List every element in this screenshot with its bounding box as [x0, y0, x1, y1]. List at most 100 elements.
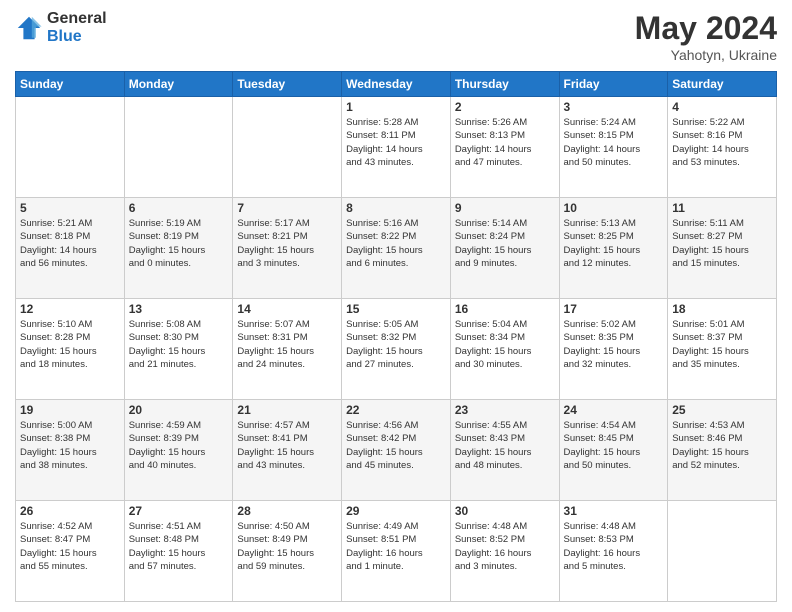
calendar-cell-2-1: 13 Sunrise: 5:08 AM Sunset: 8:30 PM Dayli… [124, 299, 233, 400]
day-number-4: 4 [672, 100, 772, 114]
calendar-cell-3-6: 25Sunrise: 4:53 AM Sunset: 8:46 PM Dayli… [668, 400, 777, 501]
day-number-21: 21 [237, 403, 337, 417]
calendar-cell-4-1: 27Sunrise: 4:51 AM Sunset: 8:48 PM Dayli… [124, 501, 233, 602]
day-info-16: Sunrise: 5:04 AM Sunset: 8:34 PM Dayligh… [455, 318, 555, 371]
day-info-24: Sunrise: 4:54 AM Sunset: 8:45 PM Dayligh… [564, 419, 664, 472]
day-number-31: 31 [564, 504, 664, 518]
day-number-20: 20 [129, 403, 229, 417]
day-info-18: Sunrise: 5:01 AM Sunset: 8:37 PM Dayligh… [672, 318, 772, 371]
calendar-cell-3-1: 20 Sunrise: 4:59 AM Sunset: 8:39 PM Dayli… [124, 400, 233, 501]
day-number-13: 13 [129, 302, 229, 316]
day-number-16: 16 [455, 302, 555, 316]
day-number-28: 28 [237, 504, 337, 518]
day-info-2: Sunrise: 5:26 AM Sunset: 8:13 PM Dayligh… [455, 116, 555, 169]
calendar-cell-0-2 [233, 97, 342, 198]
calendar-cell-0-1 [124, 97, 233, 198]
calendar-cell-2-2: 14 Sunrise: 5:07 AM Sunset: 8:31 PM Dayli… [233, 299, 342, 400]
calendar-cell-1-4: 9 Sunrise: 5:14 AM Sunset: 8:24 PM Daylig… [450, 198, 559, 299]
calendar-cell-0-4: 2 Sunrise: 5:26 AM Sunset: 8:13 PM Daylig… [450, 97, 559, 198]
header: General Blue May 2024 Yahotyn, Ukraine [15, 10, 777, 63]
day-number-30: 30 [455, 504, 555, 518]
day-info-30: Sunrise: 4:48 AM Sunset: 8:52 PM Dayligh… [455, 520, 555, 573]
day-info-5: Sunrise: 5:21 AM Sunset: 8:18 PM Dayligh… [20, 217, 120, 270]
day-info-14: Sunrise: 5:07 AM Sunset: 8:31 PM Dayligh… [237, 318, 337, 371]
main-title: May 2024 [635, 10, 777, 47]
day-info-12: Sunrise: 5:10 AM Sunset: 8:28 PM Dayligh… [20, 318, 120, 371]
calendar-cell-3-3: 22Sunrise: 4:56 AM Sunset: 8:42 PM Dayli… [342, 400, 451, 501]
day-number-12: 12 [20, 302, 120, 316]
calendar-cell-1-2: 7 Sunrise: 5:17 AM Sunset: 8:21 PM Daylig… [233, 198, 342, 299]
header-wednesday: Wednesday [342, 72, 451, 97]
logo-text: General Blue [47, 10, 107, 45]
day-info-9: Sunrise: 5:14 AM Sunset: 8:24 PM Dayligh… [455, 217, 555, 270]
day-info-6: Sunrise: 5:19 AM Sunset: 8:19 PM Dayligh… [129, 217, 229, 270]
day-info-7: Sunrise: 5:17 AM Sunset: 8:21 PM Dayligh… [237, 217, 337, 270]
calendar-cell-3-5: 24 Sunrise: 4:54 AM Sunset: 8:45 PM Dayli… [559, 400, 668, 501]
week-row-4: 26 Sunrise: 4:52 AM Sunset: 8:47 PM Dayli… [16, 501, 777, 602]
header-monday: Monday [124, 72, 233, 97]
header-sunday: Sunday [16, 72, 125, 97]
calendar: Sunday Monday Tuesday Wednesday Thursday… [15, 71, 777, 602]
calendar-cell-2-4: 16 Sunrise: 5:04 AM Sunset: 8:34 PM Dayli… [450, 299, 559, 400]
logo-general-text: General [47, 10, 107, 28]
calendar-cell-1-6: 11 Sunrise: 5:11 AM Sunset: 8:27 PM Dayli… [668, 198, 777, 299]
day-number-14: 14 [237, 302, 337, 316]
calendar-cell-3-0: 19Sunrise: 5:00 AM Sunset: 8:38 PM Dayli… [16, 400, 125, 501]
day-info-19: Sunrise: 5:00 AM Sunset: 8:38 PM Dayligh… [20, 419, 120, 472]
calendar-cell-1-1: 6 Sunrise: 5:19 AM Sunset: 8:19 PM Daylig… [124, 198, 233, 299]
calendar-cell-3-2: 21Sunrise: 4:57 AM Sunset: 8:41 PM Dayli… [233, 400, 342, 501]
day-info-28: Sunrise: 4:50 AM Sunset: 8:49 PM Dayligh… [237, 520, 337, 573]
calendar-cell-4-6 [668, 501, 777, 602]
calendar-cell-0-5: 3Sunrise: 5:24 AM Sunset: 8:15 PM Daylig… [559, 97, 668, 198]
day-number-29: 29 [346, 504, 446, 518]
day-number-26: 26 [20, 504, 120, 518]
header-saturday: Saturday [668, 72, 777, 97]
day-number-22: 22 [346, 403, 446, 417]
day-info-26: Sunrise: 4:52 AM Sunset: 8:47 PM Dayligh… [20, 520, 120, 573]
day-info-1: Sunrise: 5:28 AM Sunset: 8:11 PM Dayligh… [346, 116, 446, 169]
day-info-20: Sunrise: 4:59 AM Sunset: 8:39 PM Dayligh… [129, 419, 229, 472]
calendar-cell-4-0: 26 Sunrise: 4:52 AM Sunset: 8:47 PM Dayli… [16, 501, 125, 602]
header-thursday: Thursday [450, 72, 559, 97]
day-info-13: Sunrise: 5:08 AM Sunset: 8:30 PM Dayligh… [129, 318, 229, 371]
day-info-15: Sunrise: 5:05 AM Sunset: 8:32 PM Dayligh… [346, 318, 446, 371]
day-number-24: 24 [564, 403, 664, 417]
calendar-cell-4-4: 30 Sunrise: 4:48 AM Sunset: 8:52 PM Dayli… [450, 501, 559, 602]
day-info-25: Sunrise: 4:53 AM Sunset: 8:46 PM Dayligh… [672, 419, 772, 472]
day-number-18: 18 [672, 302, 772, 316]
logo-icon [15, 14, 43, 42]
day-number-6: 6 [129, 201, 229, 215]
header-tuesday: Tuesday [233, 72, 342, 97]
week-row-1: 5Sunrise: 5:21 AM Sunset: 8:18 PM Daylig… [16, 198, 777, 299]
calendar-cell-2-6: 18 Sunrise: 5:01 AM Sunset: 8:37 PM Dayli… [668, 299, 777, 400]
day-number-3: 3 [564, 100, 664, 114]
day-info-11: Sunrise: 5:11 AM Sunset: 8:27 PM Dayligh… [672, 217, 772, 270]
day-number-8: 8 [346, 201, 446, 215]
calendar-cell-1-0: 5Sunrise: 5:21 AM Sunset: 8:18 PM Daylig… [16, 198, 125, 299]
day-info-10: Sunrise: 5:13 AM Sunset: 8:25 PM Dayligh… [564, 217, 664, 270]
header-friday: Friday [559, 72, 668, 97]
subtitle: Yahotyn, Ukraine [635, 47, 777, 63]
day-number-27: 27 [129, 504, 229, 518]
day-info-31: Sunrise: 4:48 AM Sunset: 8:53 PM Dayligh… [564, 520, 664, 573]
day-number-1: 1 [346, 100, 446, 114]
title-section: May 2024 Yahotyn, Ukraine [635, 10, 777, 63]
day-number-9: 9 [455, 201, 555, 215]
calendar-cell-0-0 [16, 97, 125, 198]
calendar-cell-0-3: 1 Sunrise: 5:28 AM Sunset: 8:11 PM Daylig… [342, 97, 451, 198]
page: General Blue May 2024 Yahotyn, Ukraine S… [0, 0, 792, 612]
day-info-8: Sunrise: 5:16 AM Sunset: 8:22 PM Dayligh… [346, 217, 446, 270]
day-info-29: Sunrise: 4:49 AM Sunset: 8:51 PM Dayligh… [346, 520, 446, 573]
calendar-cell-2-0: 12 Sunrise: 5:10 AM Sunset: 8:28 PM Dayli… [16, 299, 125, 400]
calendar-cell-2-3: 15Sunrise: 5:05 AM Sunset: 8:32 PM Dayli… [342, 299, 451, 400]
day-number-2: 2 [455, 100, 555, 114]
day-number-11: 11 [672, 201, 772, 215]
day-number-7: 7 [237, 201, 337, 215]
day-number-10: 10 [564, 201, 664, 215]
day-number-23: 23 [455, 403, 555, 417]
calendar-cell-4-3: 29 Sunrise: 4:49 AM Sunset: 8:51 PM Dayli… [342, 501, 451, 602]
calendar-cell-1-3: 8 Sunrise: 5:16 AM Sunset: 8:22 PM Daylig… [342, 198, 451, 299]
calendar-cell-0-6: 4 Sunrise: 5:22 AM Sunset: 8:16 PM Daylig… [668, 97, 777, 198]
week-row-0: 1 Sunrise: 5:28 AM Sunset: 8:11 PM Daylig… [16, 97, 777, 198]
day-info-4: Sunrise: 5:22 AM Sunset: 8:16 PM Dayligh… [672, 116, 772, 169]
